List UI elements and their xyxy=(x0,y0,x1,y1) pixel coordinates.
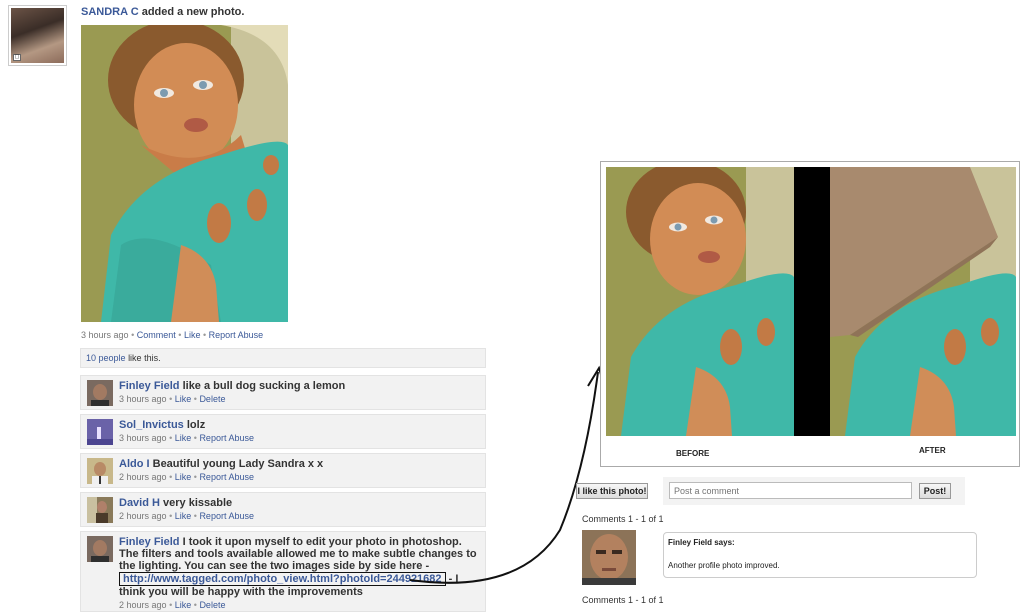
right-comment-author[interactable]: Finley Field says: xyxy=(668,538,735,547)
post-action-text: added a new photo. xyxy=(141,6,245,18)
before-after-image[interactable]: BEFORE AFTER xyxy=(600,161,1020,467)
after-photo xyxy=(830,167,1016,436)
commenter-avatar[interactable] xyxy=(582,530,636,585)
post-meta: 3 hours ago • Comment • Like • Report Ab… xyxy=(81,330,264,340)
before-photo xyxy=(606,167,794,436)
commenter-name[interactable]: Finley Field xyxy=(119,536,180,548)
comment-link[interactable]: Comment xyxy=(137,330,176,340)
author-name-link[interactable]: SANDRA C xyxy=(81,6,139,18)
comment-report-link[interactable]: Report Abuse xyxy=(199,511,254,521)
like-photo-button[interactable]: I like this photo! xyxy=(576,483,648,499)
comment-input[interactable] xyxy=(669,482,912,499)
commenter-avatar[interactable] xyxy=(87,536,113,562)
commenter-avatar[interactable] xyxy=(87,380,113,406)
commenter-name[interactable]: Aldo I xyxy=(119,458,150,470)
right-comment: Finley Field says: Another profile photo… xyxy=(663,532,977,578)
comment-like-link[interactable]: Like xyxy=(175,472,192,482)
comments-count-top: Comments 1 - 1 of 1 xyxy=(582,514,664,524)
post-headline: SANDRA C added a new photo. xyxy=(81,6,244,18)
comment-delete-link[interactable]: Delete xyxy=(199,600,225,610)
report-abuse-link[interactable]: Report Abuse xyxy=(209,330,264,340)
right-comment-text: Another profile photo improved. xyxy=(668,561,780,570)
like-link[interactable]: Like xyxy=(184,330,201,340)
commenter-name[interactable]: David H xyxy=(119,497,160,509)
comment-like-link[interactable]: Like xyxy=(175,600,192,610)
commenter-avatar[interactable] xyxy=(87,458,113,484)
commenter-avatar[interactable] xyxy=(87,497,113,523)
before-label: BEFORE xyxy=(676,449,710,458)
author-avatar[interactable]: ◻ xyxy=(8,5,67,66)
photo-icon: ◻ xyxy=(13,54,21,61)
curved-arrow-icon xyxy=(409,365,606,584)
comment-like-link[interactable]: Like xyxy=(175,394,192,404)
post-comment-button[interactable]: Post! xyxy=(919,483,951,499)
comment-report-link[interactable]: Report Abuse xyxy=(199,433,254,443)
comment-report-link[interactable]: Report Abuse xyxy=(199,472,254,482)
after-label: AFTER xyxy=(919,446,946,455)
commenter-name[interactable]: Sol_Invictus xyxy=(119,419,184,431)
comment-like-link[interactable]: Like xyxy=(175,511,192,521)
commenter-avatar[interactable] xyxy=(87,419,113,445)
divider-bar xyxy=(794,167,830,436)
photo-url-link[interactable]: http://www.tagged.com/photo_view.html?ph… xyxy=(119,572,446,586)
commenter-name[interactable]: Finley Field xyxy=(119,380,180,392)
likes-count-link[interactable]: 10 people xyxy=(86,353,126,363)
comments-count-bottom: Comments 1 - 1 of 1 xyxy=(582,595,664,605)
comment-delete-link[interactable]: Delete xyxy=(199,394,225,404)
comment-like-link[interactable]: Like xyxy=(175,433,192,443)
post-photo[interactable] xyxy=(81,25,288,322)
